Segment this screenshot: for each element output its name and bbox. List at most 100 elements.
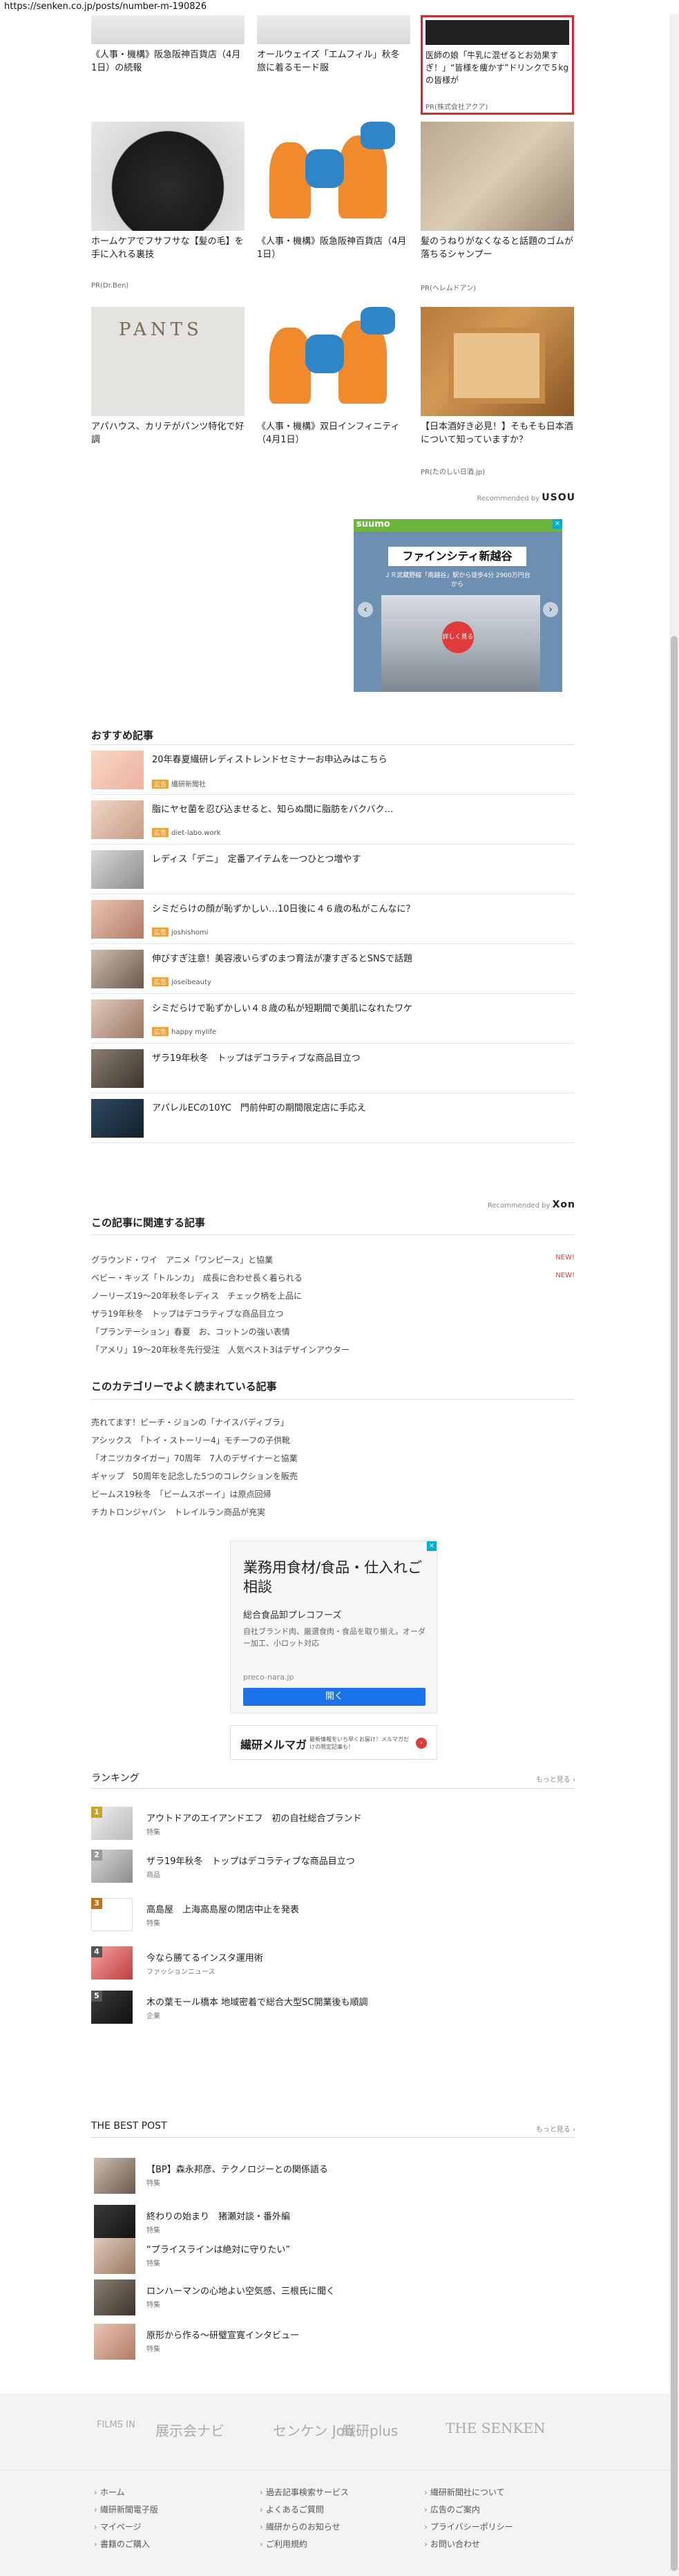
related-link[interactable]: 「アメリ」19～20年秋冬先行受注 人気ベスト3はデザインアウター [91,1344,575,1355]
best-post-item[interactable]: 【BP】森永邦彦、テクノロジーとの関係語る 特集 [91,2158,575,2201]
footer-logo-senken-plus[interactable]: 繊研plus [342,2420,398,2440]
recommended-by-brand[interactable]: USOU [542,492,575,503]
list-item[interactable]: レディス「デニ」 定番アイテムを一つひとつ増やす [91,845,575,894]
list-item[interactable]: シミだらけの顔が恥ずかしい…10日後に４６歳の私がこんなに？ 広告 joshish… [91,894,575,944]
article-title[interactable]: アパレルECの10YC 門前仲町の期間限定店に手応え [152,1100,366,1113]
related-link-text[interactable]: グラウンド・ワイ アニメ「ワンピース」と協業 [91,1255,273,1265]
best-post-thumbnail[interactable] [94,2279,135,2315]
recommended-by[interactable]: Recommended by Xon [488,1199,575,1210]
ranking-more-link[interactable]: もっと見る › [536,1774,575,1784]
list-item[interactable]: シミだらけで恥ずかしい４８歳の私が短期間で美肌になれたワケ 広告 happy my… [91,994,575,1044]
related-link[interactable]: ベビー・キッズ「トルンカ」 成長に合わせ長く着られる NEW! [91,1272,575,1284]
article-thumbnail[interactable] [91,751,144,789]
footer-link[interactable]: 広告のご案内 [424,2501,513,2519]
footer-link[interactable]: ホーム [94,2484,158,2501]
card-thumbnail[interactable] [421,122,574,231]
best-post-more-link[interactable]: もっと見る › [536,2123,575,2134]
article-thumbnail[interactable] [91,900,144,939]
category-link[interactable]: チカトロンジャパン トレイルラン商品が充実 [91,1506,575,1518]
recommendation-card[interactable]: 《人事・機構》阪急阪神百貨店（4月1日）の続報 [91,15,245,75]
suumo-detail-button[interactable]: 詳しく見る [442,621,474,653]
category-link[interactable]: 「オニツカタイガー」70周年 7人のデザイナーと協業 [91,1452,575,1464]
related-link[interactable]: 「プランテーション」春夏 お、コットンの強い表情 [91,1326,575,1337]
list-item[interactable]: アパレルECの10YC 門前仲町の期間限定店に手応え [91,1093,575,1143]
article-thumbnail[interactable] [91,800,144,839]
scrollbar[interactable] [669,14,679,2576]
card-title[interactable]: 髪のうねりがなくなると話題のゴムが落ちるシャンプー [421,235,574,261]
card-title[interactable]: ホームケアでフサフサな【髪の毛】を手に入れる裏技 [91,235,245,261]
ranking-item[interactable]: 4 今なら勝てるインスタ運用術 ファッションニュース [91,1946,575,1989]
article-title[interactable]: 20年春夏繊研レディストレンドセミナーお申込みはこちら [152,752,388,765]
footer-link[interactable]: ご利用規約 [260,2536,349,2553]
card-thumbnail[interactable] [91,122,245,231]
card-title[interactable]: 医師の娘「牛乳に混ぜるとお効果すぎ！」“皆様を痩かす”ドリンクで５kgの皆様が [425,49,569,86]
article-title[interactable]: ザラ19年秋冬 トップはデコラティブな商品目立つ [152,1051,361,1064]
card-thumbnail[interactable] [257,15,410,44]
article-thumbnail[interactable] [91,999,144,1038]
ad-close-icon[interactable]: × [553,519,562,529]
display-ad[interactable]: × 業務用食材/食品・仕入れご相談 総合食品卸プレコフーズ 自社ブランド肉、厳選… [230,1541,437,1713]
carousel-next-icon[interactable]: › [543,602,558,617]
best-post-thumbnail[interactable] [94,2238,135,2274]
article-thumbnail[interactable] [91,1099,144,1138]
footer-link[interactable]: よくあるご質問 [260,2501,349,2519]
footer-link[interactable]: お問い合わせ [424,2536,513,2553]
recommendation-card[interactable]: 《人事・機構》阪急阪神百貨店（4月1日） [257,122,410,261]
ad-headline[interactable]: 業務用食材/食品・仕入れご相談 [243,1558,423,1597]
related-link[interactable]: ザラ19年秋冬 トップはデコラティブな商品目立つ [91,1308,575,1319]
card-title[interactable]: 【日本酒好き必見！】そもそも日本酒について知っていますか？ [421,420,574,446]
article-thumbnail[interactable] [91,1049,144,1088]
card-title[interactable]: 《人事・機構》阪急阪神百貨店（4月1日）の続報 [91,48,245,75]
related-link-text[interactable]: ベビー・キッズ「トルンカ」 成長に合わせ長く着られる [91,1273,303,1283]
best-post-title[interactable]: 原形から作る～研璧宣寛インタビュー [146,2328,299,2341]
card-title[interactable]: アパハウス、カリテがパンツ特化で好調 [91,420,245,446]
ranking-item[interactable]: 1 アウトドアのエイアンドエフ 初の自社総合ブランド 特集 [91,1807,575,1850]
article-thumbnail[interactable] [91,950,144,988]
card-thumbnail[interactable]: PANTS [91,307,245,416]
footer-link[interactable]: 繊研新聞電子版 [94,2501,158,2519]
list-item[interactable]: 20年春夏繊研レディストレンドセミナーお申込みはこちら 広告 繊研新聞社 [91,745,575,795]
article-title[interactable]: 脂にヤセ菌を忍び込ませると、知らぬ間に脂肪をバクバク… [152,802,393,815]
ranking-item[interactable]: 2 ザラ19年秋冬 トップはデコラティブな商品目立つ 商品 [91,1850,575,1892]
recommendation-card-highlighted[interactable]: 医師の娘「牛乳に混ぜるとお効果すぎ！」“皆様を痩かす”ドリンクで５kgの皆様が … [421,15,574,115]
footer-logo-films-in[interactable]: FILMS IN [97,2420,135,2430]
ranking-item[interactable]: 3 高島屋 上海高島屋の閉店中止を発表 特集 [91,1898,575,1941]
card-title[interactable]: 《人事・機構》双日インフィニティ（4月1日） [257,420,410,446]
best-post-thumbnail[interactable] [94,2205,135,2241]
recommended-by-brand[interactable]: Xon [553,1199,575,1210]
recommendation-card[interactable]: 《人事・機構》双日インフィニティ（4月1日） [257,307,410,446]
recommendation-card[interactable]: PANTS アパハウス、カリテがパンツ特化で好調 [91,307,245,446]
related-link[interactable]: ノーリーズ19～20年秋冬レディス チェック柄を上品に [91,1290,575,1301]
footer-link[interactable]: 書籍のご購入 [94,2536,158,2553]
best-post-item[interactable]: “プライスラインは絶対に守りたい” 特集 [91,2238,575,2281]
related-link[interactable]: グラウンド・ワイ アニメ「ワンピース」と協業 NEW! [91,1254,575,1266]
url-bar[interactable]: https://senken.co.jp/posts/number-m-1908… [0,0,679,14]
ranking-item[interactable]: 5 木の葉モール橋本 地域密着で総合大型SC開業後も順調 企業 [91,1991,575,2033]
best-post-title[interactable]: 【BP】森永邦彦、テクノロジーとの関係語る [146,2162,328,2175]
suumo-ad[interactable]: suumo × ファインシティ新越谷 ＪＲ武蔵野線「南越谷」駅から徒歩4分 29… [354,519,562,692]
footer-link[interactable]: 繊研新聞社について [424,2484,513,2501]
footer-link[interactable]: 繊研からのお知らせ [260,2519,349,2536]
card-title[interactable]: 《人事・機構》阪急阪神百貨店（4月1日） [257,235,410,261]
ranking-title[interactable]: 高島屋 上海高島屋の閉店中止を発表 [146,1902,299,1915]
mailmag-banner[interactable]: 繊研メルマガ 最新情報をいち早くお届け！メルマガだけの限定記事も！ › [230,1725,437,1760]
article-title[interactable]: シミだらけの顔が恥ずかしい…10日後に４６歳の私がこんなに？ [152,901,415,914]
best-post-title[interactable]: “プライスラインは絶対に守りたい” [146,2242,290,2255]
recommendation-card[interactable]: 髪のうねりがなくなると話題のゴムが落ちるシャンプー PR(ヘレムドアン) [421,122,574,292]
best-post-thumbnail[interactable] [94,2324,135,2360]
card-thumbnail[interactable] [91,15,245,44]
arrow-right-icon[interactable]: › [416,1738,427,1749]
recommendation-card[interactable]: ホームケアでフサフサな【髪の毛】を手に入れる裏技 PR(Dr.Ben) [91,122,245,290]
category-link[interactable]: 売れてます！ビーチ・ジョンの「ナイスバディブラ」 [91,1416,575,1428]
best-post-thumbnail[interactable] [94,2158,135,2194]
list-item[interactable]: 脂にヤセ菌を忍び込ませると、知らぬ間に脂肪をバクバク… 広告 diet-labo.… [91,795,575,845]
article-title[interactable]: レディス「デニ」 定番アイテムを一つひとつ増やす [152,852,361,865]
ranking-title[interactable]: 今なら勝てるインスタ運用術 [146,1950,263,1964]
best-post-title[interactable]: ロンハーマンの心地よい空気感、三根氏に聞く [146,2284,335,2297]
carousel-prev-icon[interactable]: ‹ [358,602,373,617]
best-post-item[interactable]: ロンハーマンの心地よい空気感、三根氏に聞く 特集 [91,2279,575,2322]
category-link[interactable]: ビームス19秋冬 「ビームスボーイ」は原点回帰 [91,1488,575,1500]
ranking-title[interactable]: ザラ19年秋冬 トップはデコラティブな商品目立つ [146,1854,355,1867]
footer-link[interactable]: プライバシーポリシー [424,2519,513,2536]
footer-logo-tenjikai-navi[interactable]: 展示会ナビ [155,2420,224,2440]
